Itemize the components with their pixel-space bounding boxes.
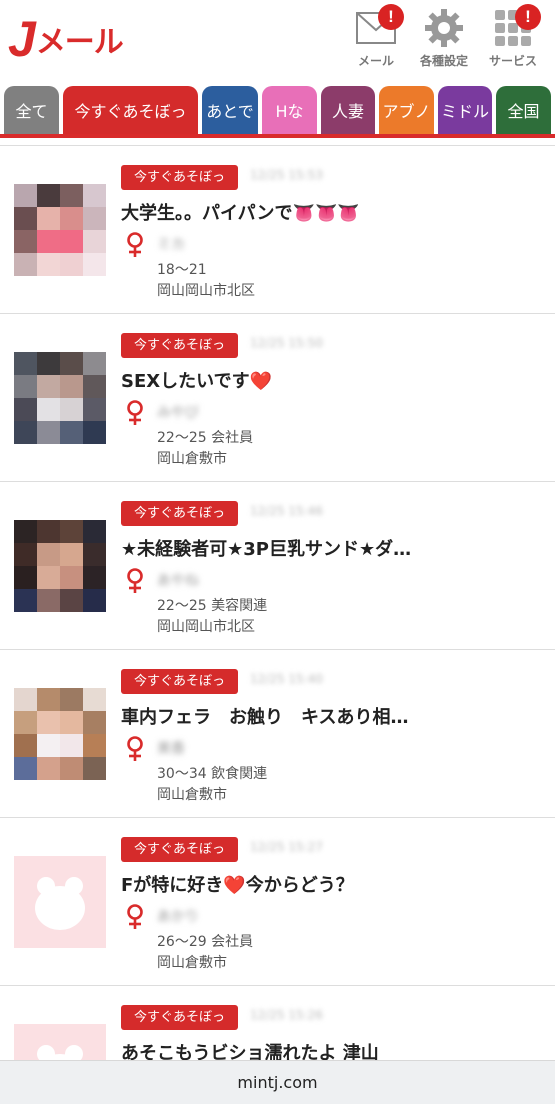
avatar	[14, 184, 106, 276]
list-item[interactable]: 今すぐあそぼっ 12/25 15:53 大学生。。パイパンで👅👅👅 ミカ 18〜…	[0, 146, 555, 314]
tabs-separator	[0, 138, 555, 146]
avatar	[14, 688, 106, 780]
post-title[interactable]: ★未経験者可★3P巨乳サンド★ダ…	[121, 535, 541, 561]
nickname: みやび	[157, 405, 199, 421]
tab-h[interactable]: Hな	[262, 86, 317, 134]
post-time: 12/25 15:27	[250, 840, 323, 854]
tab-all[interactable]: 全て	[4, 86, 59, 134]
jmail-logo[interactable]: J メール	[8, 11, 124, 67]
age-job: 30〜34 飲食関連	[157, 766, 268, 782]
tab-middle[interactable]: ミドル	[438, 86, 492, 134]
area: 岡山倉敷市	[157, 787, 227, 803]
tab-married[interactable]: 人妻	[321, 86, 375, 134]
logo-text: メール	[35, 25, 124, 60]
area: 岡山倉敷市	[157, 451, 227, 467]
age-job: 22〜25 美容関連	[157, 598, 268, 614]
nickname: あやね	[157, 573, 199, 589]
avatar-placeholder	[14, 856, 106, 948]
post-time: 12/25 15:46	[250, 504, 323, 518]
gear-icon	[422, 8, 466, 48]
avatar	[14, 520, 106, 612]
category-badge: 今すぐあそぼっ	[121, 837, 238, 862]
list-item[interactable]: 今すぐあそぼっ 12/25 15:50 SEXしたいです❤️ みやび 22〜25…	[0, 314, 555, 482]
nickname: あかり	[157, 909, 199, 925]
service-label: サービス	[488, 54, 537, 68]
mail-badge: !	[378, 4, 404, 30]
mail-icon: !	[354, 4, 404, 48]
post-list: 今すぐあそぼっ 12/25 15:53 大学生。。パイパンで👅👅👅 ミカ 18〜…	[0, 146, 555, 1104]
list-item[interactable]: 今すぐあそぼっ 12/25 15:46 ★未経験者可★3P巨乳サンド★ダ… あや…	[0, 482, 555, 650]
tab-abnormal[interactable]: アブノ	[379, 86, 434, 134]
settings-label: 各種設定	[419, 54, 468, 68]
post-title[interactable]: SEXしたいです❤️	[121, 367, 541, 393]
nickname: 美香	[157, 741, 185, 757]
area: 岡山岡山市北区	[157, 283, 255, 299]
tab-later[interactable]: あとで	[202, 86, 258, 134]
area: 岡山倉敷市	[157, 955, 227, 971]
bear-placeholder-icon	[35, 877, 85, 930]
nickname: ミカ	[157, 237, 185, 253]
female-icon	[127, 736, 143, 761]
grid-icon: !	[491, 4, 541, 48]
mail-label: メール	[357, 54, 394, 68]
age-job: 18〜21	[157, 262, 207, 278]
category-badge: 今すぐあそぼっ	[121, 669, 238, 694]
url-text: mintj.com	[237, 1073, 318, 1092]
female-icon	[127, 568, 143, 593]
post-time: 12/25 15:40	[250, 672, 323, 686]
area: 岡山岡山市北区	[157, 619, 255, 635]
category-badge: 今すぐあそぼっ	[121, 1005, 238, 1030]
mail-button[interactable]: ! メール	[341, 4, 411, 74]
tab-nationwide[interactable]: 全国	[496, 86, 551, 134]
post-title[interactable]: 大学生。。パイパンで👅👅👅	[121, 199, 541, 225]
female-icon	[127, 904, 143, 929]
avatar	[14, 352, 106, 444]
list-item[interactable]: 今すぐあそぼっ 12/25 15:40 車内フェラ お触り キスあり相… 美香 …	[0, 650, 555, 818]
tab-asobo-now[interactable]: 今すぐあそぼっ	[63, 86, 198, 134]
logo-j: J	[8, 11, 36, 67]
settings-button[interactable]: 各種設定	[409, 8, 479, 74]
post-time: 12/25 15:53	[250, 168, 323, 182]
post-time: 12/25 15:26	[250, 1008, 323, 1022]
app-header: J メール ! メール 各種設定 ! サービス	[0, 0, 555, 84]
category-badge: 今すぐあそぼっ	[121, 165, 238, 190]
category-tabs: 全て 今すぐあそぼっ あとで Hな 人妻 アブノ ミドル 全国	[0, 84, 555, 138]
post-title[interactable]: Fが特に好き❤️今からどう？	[121, 871, 541, 897]
female-icon	[127, 400, 143, 425]
category-badge: 今すぐあそぼっ	[121, 333, 238, 358]
age-job: 26〜29 会社員	[157, 934, 254, 950]
service-button[interactable]: ! サービス	[478, 4, 548, 74]
list-item[interactable]: 今すぐあそぼっ 12/25 15:27 Fが特に好き❤️今からどう？ あかり 2…	[0, 818, 555, 986]
service-badge: !	[515, 4, 541, 30]
post-title[interactable]: 車内フェラ お触り キスあり相…	[121, 703, 541, 729]
age-job: 22〜25 会社員	[157, 430, 254, 446]
category-badge: 今すぐあそぼっ	[121, 501, 238, 526]
post-time: 12/25 15:50	[250, 336, 323, 350]
browser-url-bar[interactable]: mintj.com	[0, 1060, 555, 1104]
female-icon	[127, 232, 143, 257]
